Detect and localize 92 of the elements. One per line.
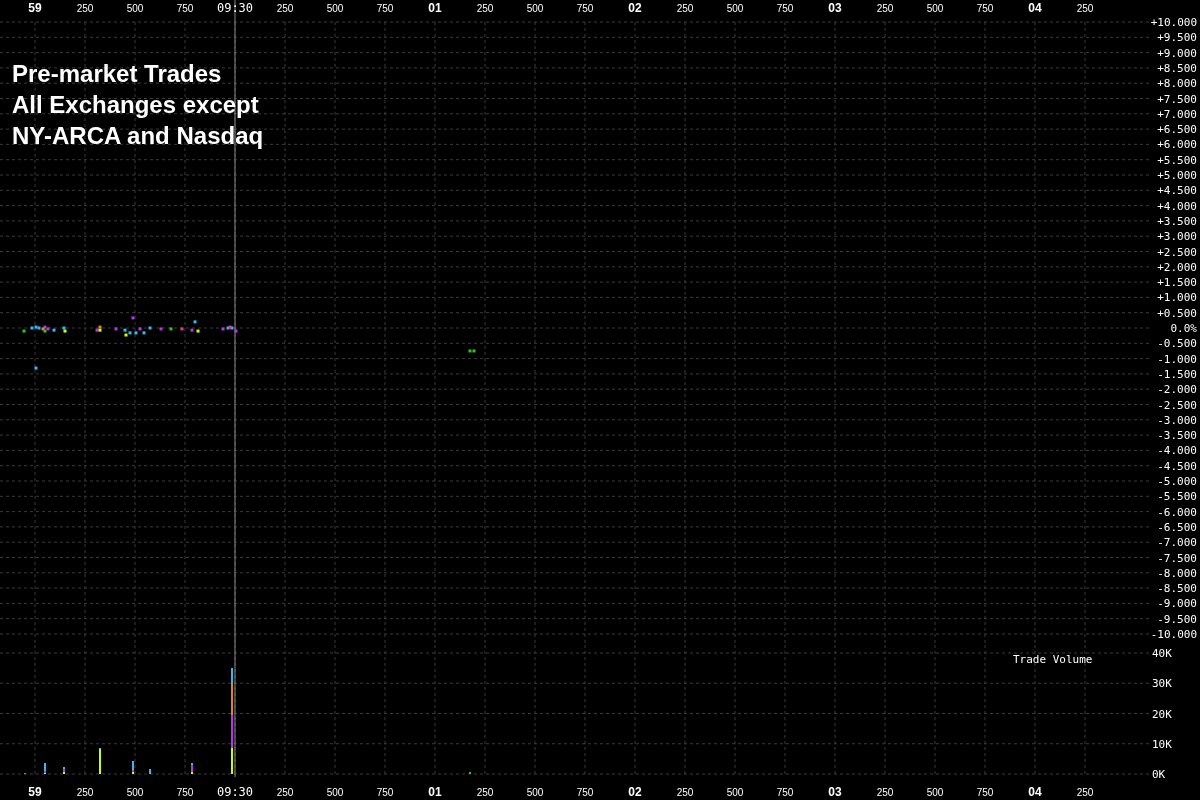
axis-label: -8.000 (1157, 566, 1197, 580)
axis-label: 500 (926, 3, 944, 14)
axis-label: +7.500 (1157, 92, 1197, 106)
axis-label: +5.500 (1157, 153, 1197, 167)
axis-label: -8.500 (1157, 582, 1197, 596)
axis-label: +0.500 (1157, 306, 1197, 320)
axis-label: +8.500 (1157, 61, 1197, 75)
axis-label: -3.500 (1157, 429, 1197, 443)
axis-label: -2.000 (1157, 383, 1197, 397)
axis-label: 59 (28, 785, 42, 799)
axis-label: 250 (476, 3, 494, 14)
axis-label: -5.500 (1157, 490, 1197, 504)
axis-label: -5.000 (1157, 475, 1197, 488)
axis-label: 250 (676, 3, 694, 14)
axis-label: -3.000 (1157, 413, 1197, 427)
axis-label: 40K (1152, 647, 1172, 660)
axis-label: 750 (376, 787, 394, 798)
axis-label: 750 (376, 3, 394, 14)
axis-label: 250 (876, 787, 894, 798)
axis-label: 250 (76, 3, 94, 14)
axis-label: +2.000 (1157, 260, 1197, 274)
axis-label: 750 (576, 3, 594, 14)
axis-label: 30K (1152, 677, 1172, 691)
axis-label: 02 (628, 785, 642, 799)
axis-label: 500 (926, 787, 944, 798)
axis-label: +5.000 (1157, 169, 1197, 182)
axis-label: -7.000 (1157, 536, 1197, 550)
axis-label: 750 (576, 787, 594, 798)
axis-label: -1.000 (1157, 352, 1197, 366)
axis-label: 02 (628, 1, 642, 15)
axis-label: 250 (476, 787, 494, 798)
axis-label: -10.000 (1150, 628, 1197, 641)
axis-label: 10K (1152, 737, 1172, 751)
axis-label: 500 (326, 3, 344, 14)
axis-label: 250 (676, 787, 694, 798)
axis-label: 0.0% (1170, 322, 1197, 335)
axis-label: +6.000 (1157, 138, 1197, 152)
axis-label: 250 (276, 3, 294, 14)
axis-label: 01 (428, 1, 442, 15)
axis-label: 500 (726, 787, 744, 798)
axis-label: 250 (276, 787, 294, 798)
axis-label: 04 (1028, 785, 1042, 799)
axis-label: +3.000 (1157, 230, 1197, 244)
axis-label: +10.000 (1150, 16, 1197, 29)
axis-label: 250 (1076, 3, 1094, 14)
axis-label: 500 (726, 3, 744, 14)
axis-label: +1.500 (1157, 276, 1197, 290)
axis-label: 03 (828, 1, 842, 15)
axis-label: +8.000 (1157, 77, 1197, 91)
axis-label: -9.500 (1157, 612, 1197, 626)
axis-label: -4.000 (1157, 444, 1197, 458)
axis-label: 750 (176, 3, 194, 14)
axis-label: -4.500 (1157, 459, 1197, 473)
axis-label: -9.000 (1157, 597, 1197, 611)
axis-label: +3.500 (1157, 214, 1197, 228)
axis-label: 09:30 (216, 1, 254, 15)
axis-label: 500 (126, 3, 144, 14)
axis-label: 0K (1152, 768, 1166, 781)
axis-label: +4.500 (1157, 184, 1197, 198)
axis-label: 250 (76, 787, 94, 798)
axis-label: 750 (776, 787, 794, 798)
axis-label: 01 (428, 785, 442, 799)
axis-label: 250 (1076, 787, 1094, 798)
axis-label: -6.500 (1157, 520, 1197, 534)
axis-label: -7.500 (1157, 551, 1197, 565)
axis-label: +7.000 (1157, 107, 1197, 121)
axis-label: +4.000 (1157, 199, 1197, 213)
axis-label: -2.500 (1157, 398, 1197, 412)
axis-label: +9.000 (1157, 46, 1197, 60)
axis-label: +6.500 (1157, 123, 1197, 137)
axis-label: 500 (526, 787, 544, 798)
axis-label: 750 (776, 3, 794, 14)
axis-label: +1.000 (1157, 291, 1197, 305)
axis-label: 750 (976, 3, 994, 14)
axis-label: -1.500 (1157, 367, 1197, 381)
axis-label: 750 (976, 787, 994, 798)
axis-label: 09:30 (216, 785, 254, 799)
axis-label: 750 (176, 787, 194, 798)
axis-label: 250 (876, 3, 894, 14)
axis-label: 59 (28, 1, 42, 15)
axis-label: 04 (1028, 1, 1042, 15)
axis-label: -6.000 (1157, 505, 1197, 519)
axis-label: 03 (828, 785, 842, 799)
axis-label: -0.500 (1157, 337, 1197, 351)
axis-label: +2.500 (1157, 245, 1197, 259)
axis-label: 500 (526, 3, 544, 14)
chart-caption: Pre-market Trades All Exchanges except NY-ARCA and Nasdaq (12, 59, 264, 151)
axis-label: 500 (326, 787, 344, 798)
chart-title: Trade Volume (1013, 653, 1093, 666)
axis-label: 500 (126, 787, 144, 798)
axis-label: 20K (1152, 707, 1172, 721)
axis-label: +9.500 (1157, 31, 1197, 45)
